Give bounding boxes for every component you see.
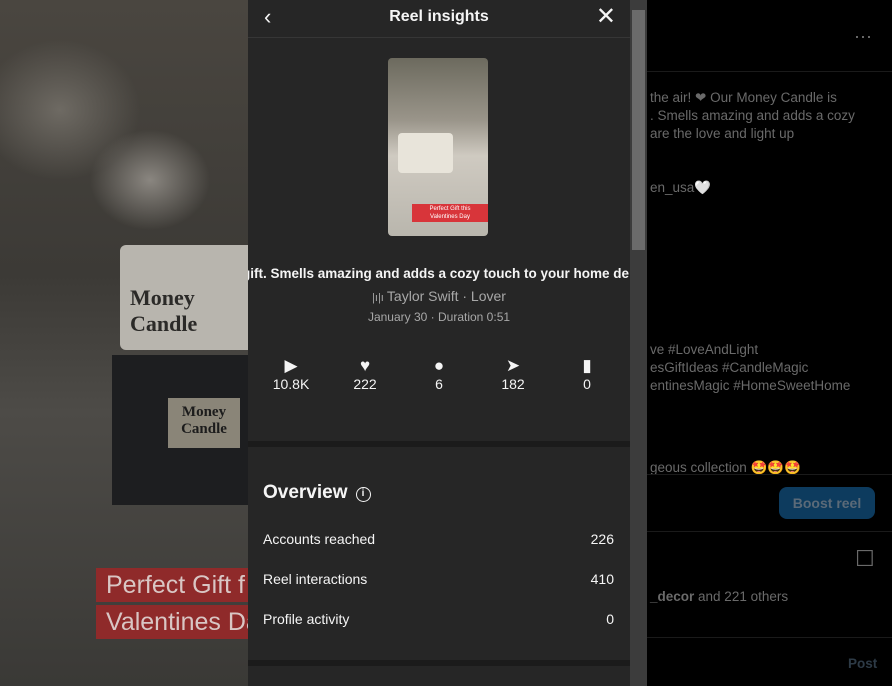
thumbnail-label: Perfect Gift this Valentines Day bbox=[412, 204, 488, 222]
thumbnail-candle bbox=[398, 133, 453, 173]
plays-value: 10.8K bbox=[272, 376, 310, 392]
shares-value: 182 bbox=[501, 376, 525, 392]
modal-header: ‹ Reel insights ✕ bbox=[248, 0, 630, 38]
divider bbox=[248, 441, 630, 447]
row-value: 410 bbox=[590, 571, 614, 587]
stat-plays: ▶ 10.8K bbox=[254, 356, 328, 392]
play-icon: ▶ bbox=[284, 356, 298, 375]
divider bbox=[647, 637, 892, 638]
row-value: 226 bbox=[590, 531, 614, 547]
divider bbox=[647, 71, 892, 72]
music-info: |ı|ı Taylor Swift · Lover bbox=[248, 288, 630, 304]
more-options-icon[interactable]: ··· bbox=[854, 26, 872, 47]
overview-row[interactable]: Reel interactions 410 bbox=[263, 571, 614, 587]
scrollbar-thumb[interactable] bbox=[632, 10, 645, 250]
caption-line: esGiftIdeas #CandleMagic bbox=[650, 360, 809, 375]
row-value: 0 bbox=[606, 611, 614, 627]
overview-title: Overview bbox=[263, 482, 348, 503]
jar-label: Money Candle bbox=[130, 285, 198, 336]
heart-icon: ♥ bbox=[359, 356, 371, 375]
modal-title: Reel insights bbox=[389, 8, 489, 25]
comments-value: 6 bbox=[435, 376, 443, 392]
share-icon: ➤ bbox=[505, 356, 521, 375]
stat-saves: ▮ 0 bbox=[550, 356, 624, 392]
likes-others: and 221 others bbox=[694, 589, 789, 604]
overlay-text-line1: Perfect Gift f bbox=[96, 568, 248, 602]
caption-line: en_usa🤍 bbox=[650, 180, 712, 195]
reel-thumbnail[interactable]: Perfect Gift this Valentines Day bbox=[388, 58, 488, 236]
back-button[interactable]: ‹ bbox=[264, 0, 271, 34]
divider bbox=[647, 531, 892, 532]
caption-line: . Smells amazing and adds a cozy bbox=[650, 108, 855, 123]
divider bbox=[647, 474, 892, 475]
post-comment-button[interactable]: Post bbox=[848, 656, 877, 671]
boost-reel-button[interactable]: Boost reel bbox=[779, 487, 875, 519]
stat-shares: ➤ 182 bbox=[476, 356, 550, 392]
caption-line: ve #LoveAndLight bbox=[650, 342, 759, 357]
comment-icon: ● bbox=[433, 356, 445, 375]
reel-caption: gift. Smells amazing and adds a cozy tou… bbox=[248, 266, 630, 281]
liker-username[interactable]: _decor bbox=[650, 589, 694, 604]
close-button[interactable]: ✕ bbox=[596, 0, 616, 34]
bookmark-icon: ▮ bbox=[582, 356, 592, 375]
info-icon[interactable]: i bbox=[355, 487, 371, 502]
date-duration: January 30 · Duration 0:51 bbox=[367, 310, 511, 324]
box-label: Money Candle bbox=[168, 398, 240, 448]
audio-icon: |ı|ı bbox=[372, 292, 387, 304]
caption-line: the air! ❤ Our Money Candle is bbox=[650, 90, 837, 105]
stats-row: ▶ 10.8K ♥ 222 ● 6 ➤ 182 ▮ 0 bbox=[248, 356, 630, 392]
row-label: Reel interactions bbox=[263, 571, 368, 587]
row-label: Profile activity bbox=[263, 611, 350, 627]
stat-likes: ♥ 222 bbox=[328, 356, 402, 392]
stat-comments: ● 6 bbox=[402, 356, 476, 392]
modal-scrollbar[interactable] bbox=[630, 0, 647, 686]
likes-summary[interactable]: _decor and 221 others bbox=[650, 589, 788, 604]
divider bbox=[248, 660, 630, 666]
music-label: Taylor Swift · Lover bbox=[386, 288, 506, 304]
caption-line: entinesMagic #HomeSweetHome bbox=[650, 378, 851, 393]
overview-row[interactable]: Profile activity 0 bbox=[263, 611, 614, 627]
row-label: Accounts reached bbox=[263, 531, 376, 547]
overview-row[interactable]: Accounts reached 226 bbox=[263, 531, 614, 547]
caption-line: are the love and light up bbox=[650, 126, 795, 141]
reel-insights-modal: ‹ Reel insights ✕ Perfect Gift this Vale… bbox=[248, 0, 630, 686]
overlay-text-line2: Valentines Da bbox=[96, 605, 248, 639]
save-bookmark-icon[interactable]: ☐ bbox=[855, 546, 875, 572]
overview-heading: Overview i bbox=[263, 482, 371, 504]
post-side-panel: ··· the air! ❤ Our Money Candle is . Sme… bbox=[647, 0, 892, 686]
reel-video-background: Money Candle Money Candle Perfect Gift f… bbox=[0, 0, 248, 686]
likes-value: 222 bbox=[353, 376, 377, 392]
saves-value: 0 bbox=[583, 376, 591, 392]
